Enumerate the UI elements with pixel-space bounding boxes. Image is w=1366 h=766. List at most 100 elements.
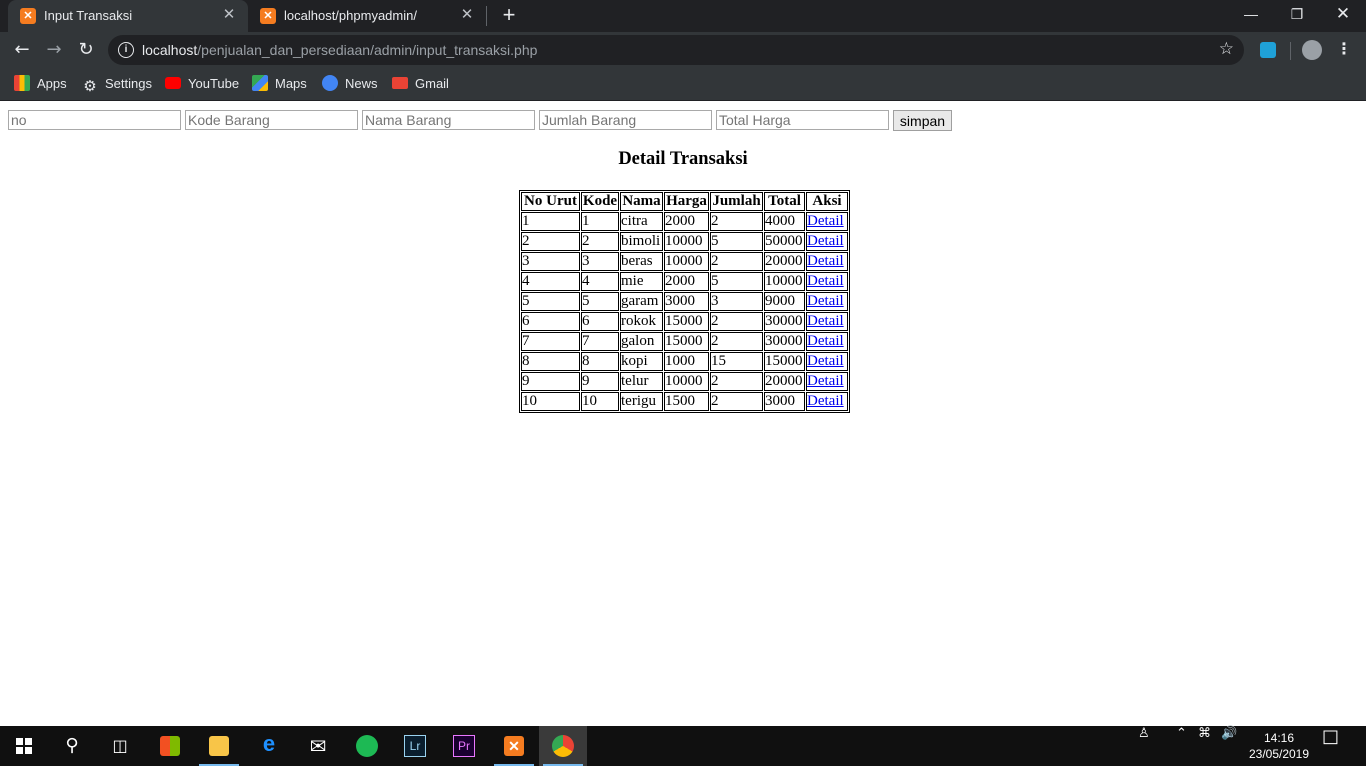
cell-total: 20000 (764, 252, 805, 271)
no-input[interactable] (8, 110, 181, 130)
taskbar-spotify[interactable] (343, 726, 391, 766)
taskbar-xampp[interactable]: ✕ (490, 726, 538, 766)
cell-kode: 1 (581, 212, 619, 231)
cell-harga: 15000 (664, 312, 709, 331)
cell-nama: telur (620, 372, 663, 391)
show-hidden-icons-chevron-icon[interactable]: ⌃ (1176, 726, 1187, 766)
detail-link[interactable]: Detail (807, 333, 844, 349)
reload-button[interactable]: ↻ (72, 36, 100, 64)
bookmark-gmail[interactable]: Gmail (392, 74, 449, 94)
bookmark-star-icon[interactable]: ☆ (1219, 39, 1234, 59)
nama-barang-input[interactable] (362, 110, 535, 130)
action-center-icon[interactable]: □ (1322, 726, 1339, 766)
tab-title: localhost/phpmyadmin/ (284, 8, 417, 23)
cell-nama: kopi (620, 352, 663, 371)
tab-close-icon[interactable]: ✕ (220, 6, 238, 24)
folder-icon (209, 736, 229, 756)
bookmark-youtube[interactable]: YouTube (165, 74, 239, 94)
cell-aksi: Detail (806, 312, 848, 331)
cell-harga: 2000 (664, 212, 709, 231)
minimize-button[interactable]: — (1228, 0, 1274, 30)
tab-input-transaksi[interactable]: ✕ Input Transaksi ✕ (8, 0, 248, 32)
taskbar-chrome[interactable] (539, 726, 587, 766)
simpan-button[interactable]: simpan (893, 110, 952, 131)
col-header-no-urut: No Urut (521, 192, 580, 211)
table-row: 4 4 mie 2000 5 10000 Detail (521, 272, 848, 291)
cell-aksi: Detail (806, 352, 848, 371)
kode-barang-input[interactable] (185, 110, 358, 130)
volume-icon[interactable]: 🔊 (1221, 726, 1237, 766)
jumlah-barang-input[interactable] (539, 110, 712, 130)
detail-link[interactable]: Detail (807, 233, 844, 249)
taskbar-lightroom[interactable]: Lr (391, 726, 439, 766)
detail-link[interactable]: Detail (807, 313, 844, 329)
table-row: 5 5 garam 3000 3 9000 Detail (521, 292, 848, 311)
chrome-menu-icon[interactable]: ⋮ (1336, 38, 1352, 60)
taskbar-mail[interactable]: ✉ (294, 726, 342, 766)
cell-kode: 4 (581, 272, 619, 291)
detail-link[interactable]: Detail (807, 293, 844, 309)
bookmark-settings[interactable]: ⚙ Settings (82, 74, 152, 95)
url-text[interactable]: localhost/penjualan_dan_persediaan/admin… (142, 42, 537, 58)
cell-harga: 2000 (664, 272, 709, 291)
profile-avatar[interactable] (1302, 40, 1322, 60)
detail-link[interactable]: Detail (807, 213, 844, 229)
cell-jumlah: 2 (710, 212, 763, 231)
site-info-icon[interactable]: i (118, 42, 134, 58)
start-button[interactable] (0, 726, 48, 766)
browser-toolbar: ← → ↻ i localhost/penjualan_dan_persedia… (0, 32, 1366, 68)
cell-nama: citra (620, 212, 663, 231)
address-bar[interactable]: i localhost/penjualan_dan_persediaan/adm… (108, 35, 1244, 65)
chrome-icon (552, 735, 574, 757)
people-icon[interactable]: ♙ (1138, 726, 1150, 766)
detail-link[interactable]: Detail (807, 253, 844, 269)
taskbar-file-explorer[interactable] (195, 726, 243, 766)
search-button[interactable]: ⚲ (48, 726, 96, 766)
edge-icon: e (262, 731, 276, 756)
taskbar-premiere[interactable]: Pr (440, 726, 488, 766)
cell-nama: terigu (620, 392, 663, 411)
new-tab-button[interactable]: + (498, 4, 520, 26)
cell-harga: 15000 (664, 332, 709, 351)
cell-no-urut: 10 (521, 392, 580, 411)
task-view-button[interactable]: ◫ (96, 726, 144, 766)
youtube-icon (165, 77, 181, 89)
cell-no-urut: 4 (521, 272, 580, 291)
cell-nama: garam (620, 292, 663, 311)
bookmark-apps[interactable]: Apps (14, 74, 67, 94)
cell-harga: 10000 (664, 252, 709, 271)
extension-icon[interactable] (1260, 42, 1276, 58)
table-row: 6 6 rokok 15000 2 30000 Detail (521, 312, 848, 331)
cell-jumlah: 3 (710, 292, 763, 311)
cell-nama: mie (620, 272, 663, 291)
detail-link[interactable]: Detail (807, 393, 844, 409)
total-harga-input[interactable] (716, 110, 889, 130)
cell-jumlah: 2 (710, 312, 763, 331)
tab-close-icon[interactable]: ✕ (458, 6, 476, 24)
cell-no-urut: 1 (521, 212, 580, 231)
bookmark-news[interactable]: News (322, 74, 378, 94)
detail-link[interactable]: Detail (807, 273, 844, 289)
taskbar-clock[interactable]: 14:16 23/05/2019 (1246, 730, 1312, 762)
cell-no-urut: 8 (521, 352, 580, 371)
tab-phpmyadmin[interactable]: ✕ localhost/phpmyadmin/ ✕ (248, 0, 486, 32)
taskbar-edge[interactable]: e (245, 726, 293, 766)
table-row: 2 2 bimoli 10000 5 50000 Detail (521, 232, 848, 251)
close-window-button[interactable]: ✕ (1320, 0, 1366, 30)
wifi-icon[interactable]: ⌘ (1198, 726, 1211, 766)
cell-total: 20000 (764, 372, 805, 391)
detail-link[interactable]: Detail (807, 373, 844, 389)
cell-no-urut: 2 (521, 232, 580, 251)
transaction-table: No Urut Kode Nama Harga Jumlah Total Aks… (519, 190, 850, 413)
taskbar-store[interactable] (146, 726, 194, 766)
page-title: Detail Transaksi (618, 149, 748, 169)
back-button[interactable]: ← (8, 36, 36, 64)
search-icon: ⚲ (65, 735, 79, 756)
clock-date: 23/05/2019 (1248, 747, 1310, 761)
detail-link[interactable]: Detail (807, 353, 844, 369)
cell-no-urut: 6 (521, 312, 580, 331)
forward-button[interactable]: → (40, 36, 68, 64)
restore-button[interactable]: ❐ (1274, 0, 1320, 30)
bookmark-maps[interactable]: Maps (252, 74, 307, 94)
cell-no-urut: 9 (521, 372, 580, 391)
